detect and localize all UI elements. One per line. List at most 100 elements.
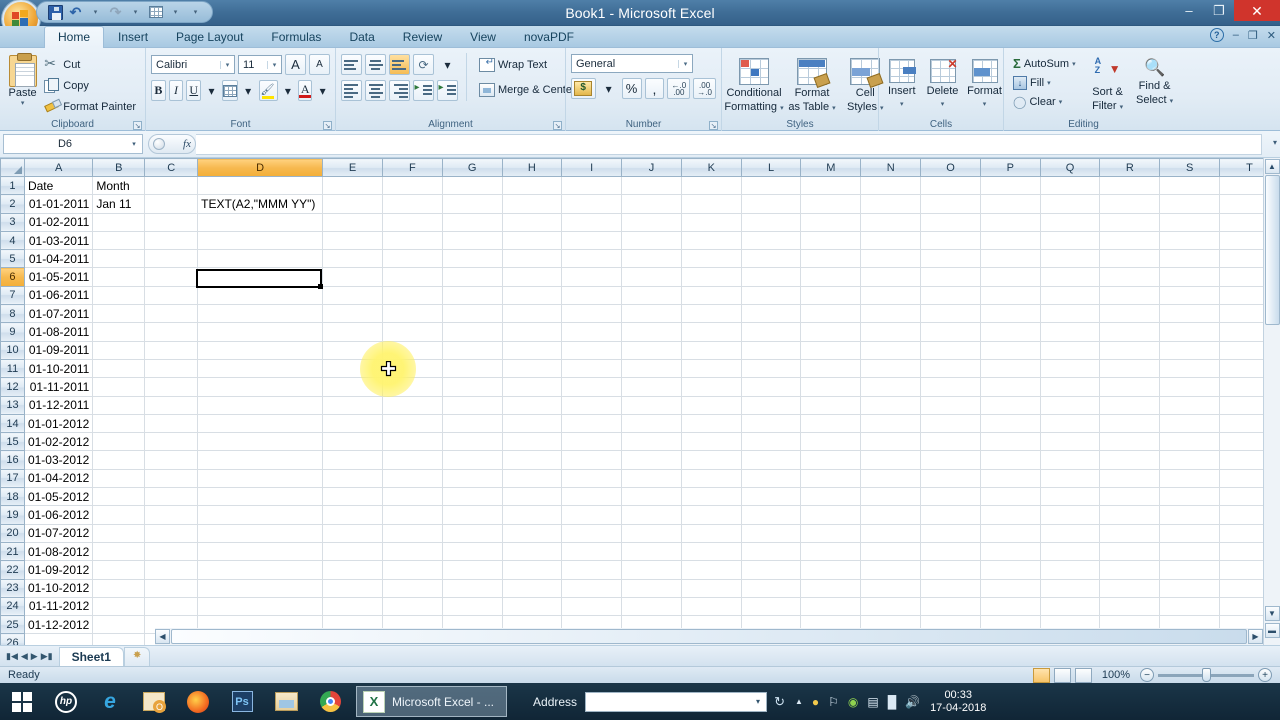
cell-O1[interactable] — [920, 176, 981, 196]
cell-Q21[interactable] — [1040, 542, 1101, 562]
cell-P3[interactable] — [980, 213, 1041, 232]
cell-M16[interactable] — [800, 450, 862, 470]
cell-M24[interactable] — [800, 597, 862, 617]
cell-E24[interactable] — [322, 597, 383, 617]
cell-A26[interactable] — [24, 633, 94, 645]
cell-J24[interactable] — [621, 597, 682, 617]
cell-R1[interactable] — [1099, 176, 1161, 196]
cell-M20[interactable] — [800, 524, 862, 543]
cell-B7[interactable] — [92, 286, 146, 306]
cell-B16[interactable] — [92, 450, 146, 470]
cell-P17[interactable] — [980, 469, 1041, 489]
cell-G21[interactable] — [442, 542, 503, 562]
cell-H21[interactable] — [502, 542, 563, 562]
minimize-button[interactable]: – — [1174, 0, 1204, 21]
horizontal-scrollbar[interactable]: ◀ ▶ — [155, 628, 1263, 645]
cell-H22[interactable] — [502, 560, 563, 580]
cell-C8[interactable] — [144, 304, 199, 324]
cell-L8[interactable] — [741, 304, 802, 324]
cell-J21[interactable] — [621, 542, 682, 562]
battery-icon[interactable]: ▤ — [867, 695, 878, 709]
middle-align-button[interactable] — [365, 54, 386, 75]
row-header-9[interactable]: 9 — [0, 322, 25, 342]
increase-indent-button[interactable] — [437, 80, 458, 101]
cell-M4[interactable] — [800, 231, 862, 251]
cell-J19[interactable] — [621, 505, 682, 525]
format-cells-button[interactable]: Format ▾ — [966, 56, 1004, 110]
cell-F15[interactable] — [382, 432, 443, 452]
cell-Q19[interactable] — [1040, 505, 1101, 525]
cell-K15[interactable] — [681, 432, 742, 452]
cell-F23[interactable] — [382, 579, 443, 598]
cell-S15[interactable] — [1159, 432, 1221, 452]
cell-M8[interactable] — [800, 304, 862, 324]
row-header-3[interactable]: 3 — [0, 212, 25, 232]
cell-H16[interactable] — [502, 450, 563, 470]
cell-P18[interactable] — [980, 487, 1041, 507]
cell-I6[interactable] — [561, 267, 623, 287]
cell-B3[interactable] — [92, 213, 146, 232]
cell-B24[interactable] — [92, 597, 146, 617]
network-icon[interactable]: █ — [888, 695, 897, 709]
cell-C12[interactable] — [144, 377, 199, 397]
cell-M14[interactable] — [800, 414, 862, 434]
cell-G23[interactable] — [442, 579, 503, 598]
cell-J4[interactable] — [621, 231, 682, 251]
cell-F16[interactable] — [382, 450, 443, 470]
cell-I8[interactable] — [561, 304, 623, 324]
cell-H9[interactable] — [502, 322, 563, 342]
cell-J7[interactable] — [621, 286, 682, 306]
cell-E1[interactable] — [322, 176, 383, 196]
cell-S4[interactable] — [1159, 231, 1221, 251]
format-as-table-dropdown-icon[interactable]: ▾ — [832, 105, 836, 112]
cell-G3[interactable] — [442, 213, 503, 232]
cell-E16[interactable] — [322, 450, 383, 470]
sheet-tab-sheet1[interactable]: Sheet1 — [58, 646, 124, 666]
column-header-F[interactable]: F — [381, 158, 443, 177]
cell-R24[interactable] — [1099, 597, 1161, 617]
cell-O6[interactable] — [920, 267, 981, 287]
cell-J10[interactable] — [621, 341, 682, 360]
cell-G16[interactable] — [442, 450, 503, 470]
cell-P13[interactable] — [980, 396, 1041, 415]
zoom-level[interactable]: 100% — [1102, 669, 1130, 681]
cell-F11[interactable] — [382, 359, 443, 379]
cell-K13[interactable] — [681, 396, 742, 415]
cell-G2[interactable] — [442, 194, 503, 214]
cell-M21[interactable] — [800, 542, 862, 562]
cell-N15[interactable] — [860, 432, 922, 452]
cell-B9[interactable] — [92, 322, 146, 342]
cell-J13[interactable] — [621, 396, 682, 415]
cell-L20[interactable] — [741, 524, 802, 543]
cell-Q15[interactable] — [1040, 432, 1101, 452]
cell-L19[interactable] — [741, 505, 802, 525]
cell-K2[interactable] — [681, 194, 742, 214]
cell-N16[interactable] — [860, 450, 922, 470]
cell-R14[interactable] — [1099, 414, 1161, 434]
cell-K9[interactable] — [681, 322, 742, 342]
cell-N23[interactable] — [860, 579, 922, 598]
cell-K1[interactable] — [681, 176, 742, 196]
cell-L1[interactable] — [741, 176, 802, 196]
browser-icon[interactable]: ◉ — [848, 695, 858, 709]
cell-B17[interactable] — [92, 469, 146, 489]
column-header-S[interactable]: S — [1159, 158, 1221, 177]
cell-P22[interactable] — [980, 560, 1041, 580]
cell-Q22[interactable] — [1040, 560, 1101, 580]
bold-button[interactable]: B — [151, 80, 166, 101]
cell-I20[interactable] — [561, 524, 623, 543]
cell-S14[interactable] — [1159, 414, 1221, 434]
cell-K20[interactable] — [681, 524, 742, 543]
column-header-H[interactable]: H — [501, 158, 563, 177]
cell-S20[interactable] — [1159, 524, 1221, 543]
cell-C13[interactable] — [144, 396, 199, 415]
cell-N12[interactable] — [860, 377, 922, 397]
cell-D19[interactable] — [197, 505, 324, 525]
column-header-M[interactable]: M — [800, 158, 862, 177]
cell-K4[interactable] — [681, 231, 742, 251]
cell-A24[interactable]: 01-11-2012 — [24, 597, 94, 617]
zoom-in-button[interactable]: + — [1258, 668, 1272, 682]
cell-S11[interactable] — [1159, 359, 1221, 379]
cell-S21[interactable] — [1159, 542, 1221, 562]
cell-P2[interactable] — [980, 194, 1041, 214]
